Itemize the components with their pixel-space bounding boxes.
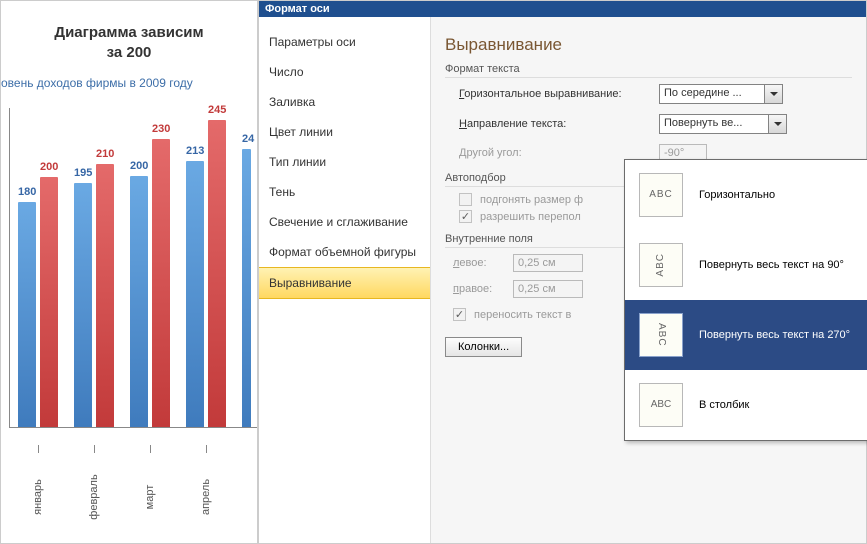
bar-jan-2008: 180 <box>18 202 36 427</box>
bar-feb-2009: 210 <box>96 164 114 427</box>
chevron-down-icon[interactable] <box>768 115 786 133</box>
dd-label: Горизонтально <box>699 189 775 201</box>
columns-button[interactable]: Колонки... <box>445 337 522 357</box>
bar-may-partial: 24 <box>242 149 251 427</box>
left-margin-label: левое: <box>453 257 513 269</box>
chart-plot: 180 200 195 210 200 230 213 245 24 январ… <box>9 108 257 428</box>
left-margin-input <box>513 254 583 272</box>
bar-mar-2009: 230 <box>152 139 170 427</box>
dd-item-rotate-90[interactable]: ABC Повернуть весь текст на 90° <box>625 230 867 300</box>
chart-subtitle: овень доходов фирмы в 2009 году <box>1 76 257 90</box>
dd-item-horizontal[interactable]: ABC Горизонтально <box>625 160 867 230</box>
bar-apr-2009: 245 <box>208 120 226 427</box>
bar-feb-2008: 195 <box>74 183 92 427</box>
bar-mar-2008: 200 <box>130 176 148 427</box>
text-direction-label: Направление текста: <box>459 118 659 130</box>
pane-heading: Выравнивание <box>445 35 852 55</box>
wrap-text-checkbox <box>453 308 466 321</box>
shrink-to-fit-checkbox <box>459 193 472 206</box>
wrap-text-label: переносить текст в <box>474 309 571 321</box>
right-margin-label: правое: <box>453 283 513 295</box>
dd-item-rotate-270[interactable]: ABC Повернуть весь текст на 270° <box>625 300 867 370</box>
other-angle-label: Другой угол: <box>459 147 659 159</box>
text-horizontal-icon: ABC <box>639 173 683 217</box>
text-rotate-90-icon: ABC <box>639 243 683 287</box>
dialog-nav: Параметры оси Число Заливка Цвет линии Т… <box>259 17 431 543</box>
dd-label: В столбик <box>699 399 749 411</box>
bar-jan-2009: 200 <box>40 177 58 427</box>
chevron-down-icon[interactable] <box>764 85 782 103</box>
nav-item-fill[interactable]: Заливка <box>259 87 430 117</box>
text-stacked-icon: ABC <box>639 383 683 427</box>
nav-item-number[interactable]: Число <box>259 57 430 87</box>
nav-item-3d-format[interactable]: Формат объемной фигуры <box>259 237 430 267</box>
text-direction-dropdown[interactable]: ABC Горизонтально ABC Повернуть весь тек… <box>624 159 867 441</box>
overflow-label: разрешить перепол <box>480 211 581 223</box>
text-rotate-270-icon: ABC <box>639 313 683 357</box>
chart-x-ticks: январь февраль март апрель <box>10 461 234 503</box>
bar-apr-2008: 213 <box>186 161 204 427</box>
overflow-checkbox <box>459 210 472 223</box>
nav-item-glow[interactable]: Свечение и сглаживание <box>259 207 430 237</box>
nav-item-axis-options[interactable]: Параметры оси <box>259 27 430 57</box>
alignment-pane: Выравнивание Формат текста Горизонтально… <box>431 17 866 543</box>
dialog-titlebar[interactable]: Формат оси <box>259 1 866 17</box>
nav-item-line-color[interactable]: Цвет линии <box>259 117 430 147</box>
group-text-format: Формат текста <box>445 63 852 78</box>
chart-area: Диаграмма зависим за 200 овень доходов ф… <box>0 0 258 544</box>
dd-item-stacked[interactable]: ABC В столбик <box>625 370 867 440</box>
chart-title: Диаграмма зависим за 200 <box>1 1 257 62</box>
nav-item-line-style[interactable]: Тип линии <box>259 147 430 177</box>
h-align-label: Горизонтальное выравнивание: <box>459 88 659 100</box>
dd-label: Повернуть весь текст на 270° <box>699 329 850 341</box>
right-margin-input <box>513 280 583 298</box>
format-axis-dialog: Формат оси Параметры оси Число Заливка Ц… <box>258 0 867 544</box>
dd-label: Повернуть весь текст на 90° <box>699 259 844 271</box>
nav-item-alignment[interactable]: Выравнивание <box>259 267 430 299</box>
h-align-combo[interactable]: По середине ... <box>659 84 783 104</box>
shrink-to-fit-label: подгонять размер ф <box>480 194 583 206</box>
text-direction-combo[interactable]: Повернуть ве... <box>659 114 787 134</box>
nav-item-shadow[interactable]: Тень <box>259 177 430 207</box>
